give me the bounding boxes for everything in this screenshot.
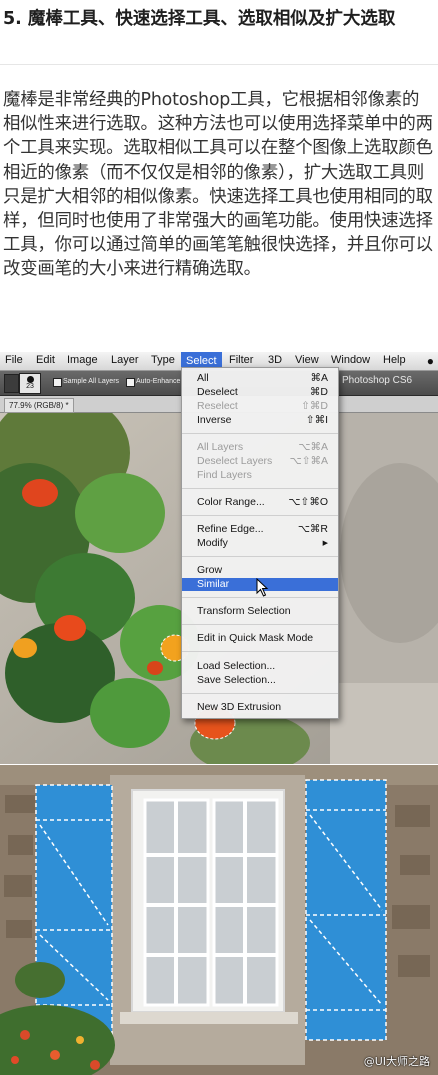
submenu-arrow-icon: ▶ (322, 540, 328, 547)
brush-size-picker[interactable]: 23 (19, 373, 41, 394)
menu-separator (182, 651, 338, 652)
menu-edit[interactable]: Edit (36, 354, 55, 366)
menu-separator (182, 556, 338, 557)
menu-image[interactable]: Image (67, 354, 98, 366)
menu-item-new-3d-extrusion[interactable]: New 3D Extrusion (182, 701, 338, 714)
menu-item-all[interactable]: All ⌘A (182, 372, 338, 385)
menu-separator (182, 693, 338, 694)
menu-item-modify[interactable]: Modify ▶ (182, 537, 338, 550)
photoshop-screenshot: File Edit Image Layer Type Select Filter… (0, 352, 438, 764)
quick-selection-tool-icon[interactable] (4, 374, 19, 393)
sample-all-layers-label: Sample All Layers (63, 378, 120, 385)
menu-help[interactable]: Help (383, 354, 406, 366)
article-paragraph: 魔棒是非常经典的Photoshop工具，它根据相邻像素的相似性来进行选取。这种方… (3, 90, 433, 280)
menu-item-deselect[interactable]: Deselect ⌘D (182, 386, 338, 399)
menu-3d[interactable]: 3D (268, 354, 282, 366)
watermark: @UI大师之路 (363, 1055, 430, 1068)
mouse-pointer-icon (256, 578, 269, 597)
menu-item-refine-edge[interactable]: Refine Edge... ⌥⌘R (182, 523, 338, 536)
app-title: Photoshop CS6 (342, 375, 413, 386)
menu-view[interactable]: View (295, 354, 319, 366)
article-heading: 5. 魔棒工具、快速选择工具、选取相似及扩大选取 (3, 9, 396, 29)
window-shutters-image (0, 765, 438, 1075)
sample-all-layers-checkbox[interactable] (53, 378, 62, 387)
menu-window[interactable]: Window (331, 354, 370, 366)
menu-item-deselect-layers: Deselect Layers ⌥⇧⌘A (197, 455, 328, 467)
menu-item-reselect: Reselect ⇧⌘D (197, 400, 328, 412)
menu-file[interactable]: File (5, 354, 23, 366)
brush-tip-icon (26, 376, 34, 383)
menu-item-transform-selection[interactable]: Transform Selection (182, 605, 338, 618)
menu-separator (182, 433, 338, 434)
menu-item-inverse[interactable]: Inverse ⇧⌘I (182, 414, 338, 427)
divider (0, 64, 438, 65)
menu-item-save-selection[interactable]: Save Selection... (182, 674, 338, 687)
menu-item-grow[interactable]: Grow (182, 564, 338, 577)
menu-filter[interactable]: Filter (229, 354, 253, 366)
menu-separator (182, 488, 338, 489)
document-tab[interactable]: 77.9% (RGB/8) * (4, 398, 74, 413)
apple-icon[interactable]: ● (427, 354, 434, 368)
menu-item-color-range[interactable]: Color Range... ⌥⇧⌘O (182, 496, 338, 509)
menu-type[interactable]: Type (151, 354, 175, 366)
menu-item-find-layers: Find Layers (197, 469, 252, 481)
menu-item-load-selection[interactable]: Load Selection... (182, 660, 338, 673)
menu-item-all-layers: All Layers ⌥⌘A (197, 441, 328, 453)
shutters-photo: @UI大师之路 (0, 765, 438, 1075)
brush-size-value: 23 (26, 383, 34, 390)
menu-item-quick-mask[interactable]: Edit in Quick Mask Mode (182, 632, 338, 645)
menu-layer[interactable]: Layer (111, 354, 139, 366)
auto-enhance-label: Auto-Enhance (136, 378, 181, 385)
menu-separator (182, 624, 338, 625)
menu-separator (182, 515, 338, 516)
auto-enhance-checkbox[interactable] (126, 378, 135, 387)
select-menu-dropdown: All ⌘A Deselect ⌘D Reselect ⇧⌘D Inverse ⇧⌘I … (181, 367, 339, 719)
